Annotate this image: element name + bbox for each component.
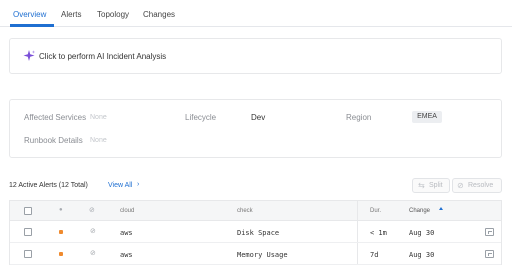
row-checkbox[interactable] [24, 250, 32, 258]
resolve-button[interactable]: ⊘ Resolve [452, 178, 502, 193]
ai-incident-analysis-label: Click to perform AI Incident Analysis [39, 52, 167, 61]
select-all-checkbox[interactable] [24, 207, 32, 215]
cloud-cell: aws [120, 229, 133, 237]
severity-column-icon: ● [59, 207, 63, 213]
sparkle-icon [23, 50, 36, 61]
region-badge: EMEA [412, 111, 442, 123]
change-cell: Aug 30 [409, 229, 435, 237]
tab-topology[interactable]: Topology [97, 10, 129, 19]
region-label: Region [346, 113, 372, 122]
tab-overview[interactable]: Overview [13, 10, 46, 19]
tab-changes[interactable]: Changes [143, 10, 175, 19]
attachment-icon: ⊘ [90, 250, 96, 257]
attachment-icon: ⊘ [90, 228, 96, 235]
lifecycle-label: Lifecycle [185, 113, 217, 122]
row-checkbox[interactable] [24, 228, 32, 236]
table-row[interactable]: ⊘ aws Disk Space < 1m Aug 30 [10, 221, 501, 243]
chevron-right-icon: › [137, 181, 140, 188]
check-cell: Memory Usage [237, 251, 288, 259]
alerts-table: ● ⊘ cloud check Dur. Change ⊘ aws Disk S… [9, 200, 502, 265]
column-cloud[interactable]: cloud [120, 208, 134, 214]
change-cell: Aug 30 [409, 251, 435, 259]
view-all-link[interactable]: View All [108, 182, 132, 189]
split-button[interactable]: ⇆ Split [412, 178, 450, 193]
sort-ascending-icon [439, 207, 443, 210]
tab-bar: Overview Alerts Topology Changes [0, 0, 512, 27]
severity-indicator [59, 252, 63, 256]
split-label: Split [429, 182, 443, 189]
ai-incident-analysis-button[interactable]: Click to perform AI Incident Analysis [9, 38, 502, 74]
duration-cell: 7d [370, 251, 379, 259]
column-check[interactable]: check [237, 208, 253, 214]
duration-cell: < 1m [370, 229, 387, 237]
incident-details-panel: Affected Services None Lifecycle Dev Reg… [9, 99, 502, 158]
active-alerts-summary: 12 Active Alerts (12 Total) [9, 182, 88, 189]
active-tab-indicator [10, 24, 54, 27]
split-icon: ⇆ [418, 181, 425, 190]
lifecycle-value: Dev [251, 113, 266, 122]
column-duration[interactable]: Dur. [370, 208, 381, 214]
cloud-cell: aws [120, 251, 133, 259]
table-header: ● ⊘ cloud check Dur. Change [10, 201, 501, 221]
runbook-details-value: None [90, 137, 107, 144]
table-row[interactable]: ⊘ aws Memory Usage 7d Aug 30 [10, 243, 501, 265]
open-alert-icon[interactable] [485, 228, 494, 236]
affected-services-value: None [90, 114, 107, 121]
check-circle-icon: ⊘ [457, 181, 464, 190]
column-change[interactable]: Change [409, 208, 430, 214]
check-cell: Disk Space [237, 229, 280, 237]
severity-indicator [59, 230, 63, 234]
runbook-details-label: Runbook Details [24, 136, 83, 145]
resolve-label: Resolve [468, 182, 494, 189]
open-alert-icon[interactable] [485, 250, 494, 258]
paperclip-icon: ⊘ [89, 207, 95, 214]
affected-services-label: Affected Services [24, 113, 87, 122]
tab-alerts[interactable]: Alerts [61, 10, 81, 19]
